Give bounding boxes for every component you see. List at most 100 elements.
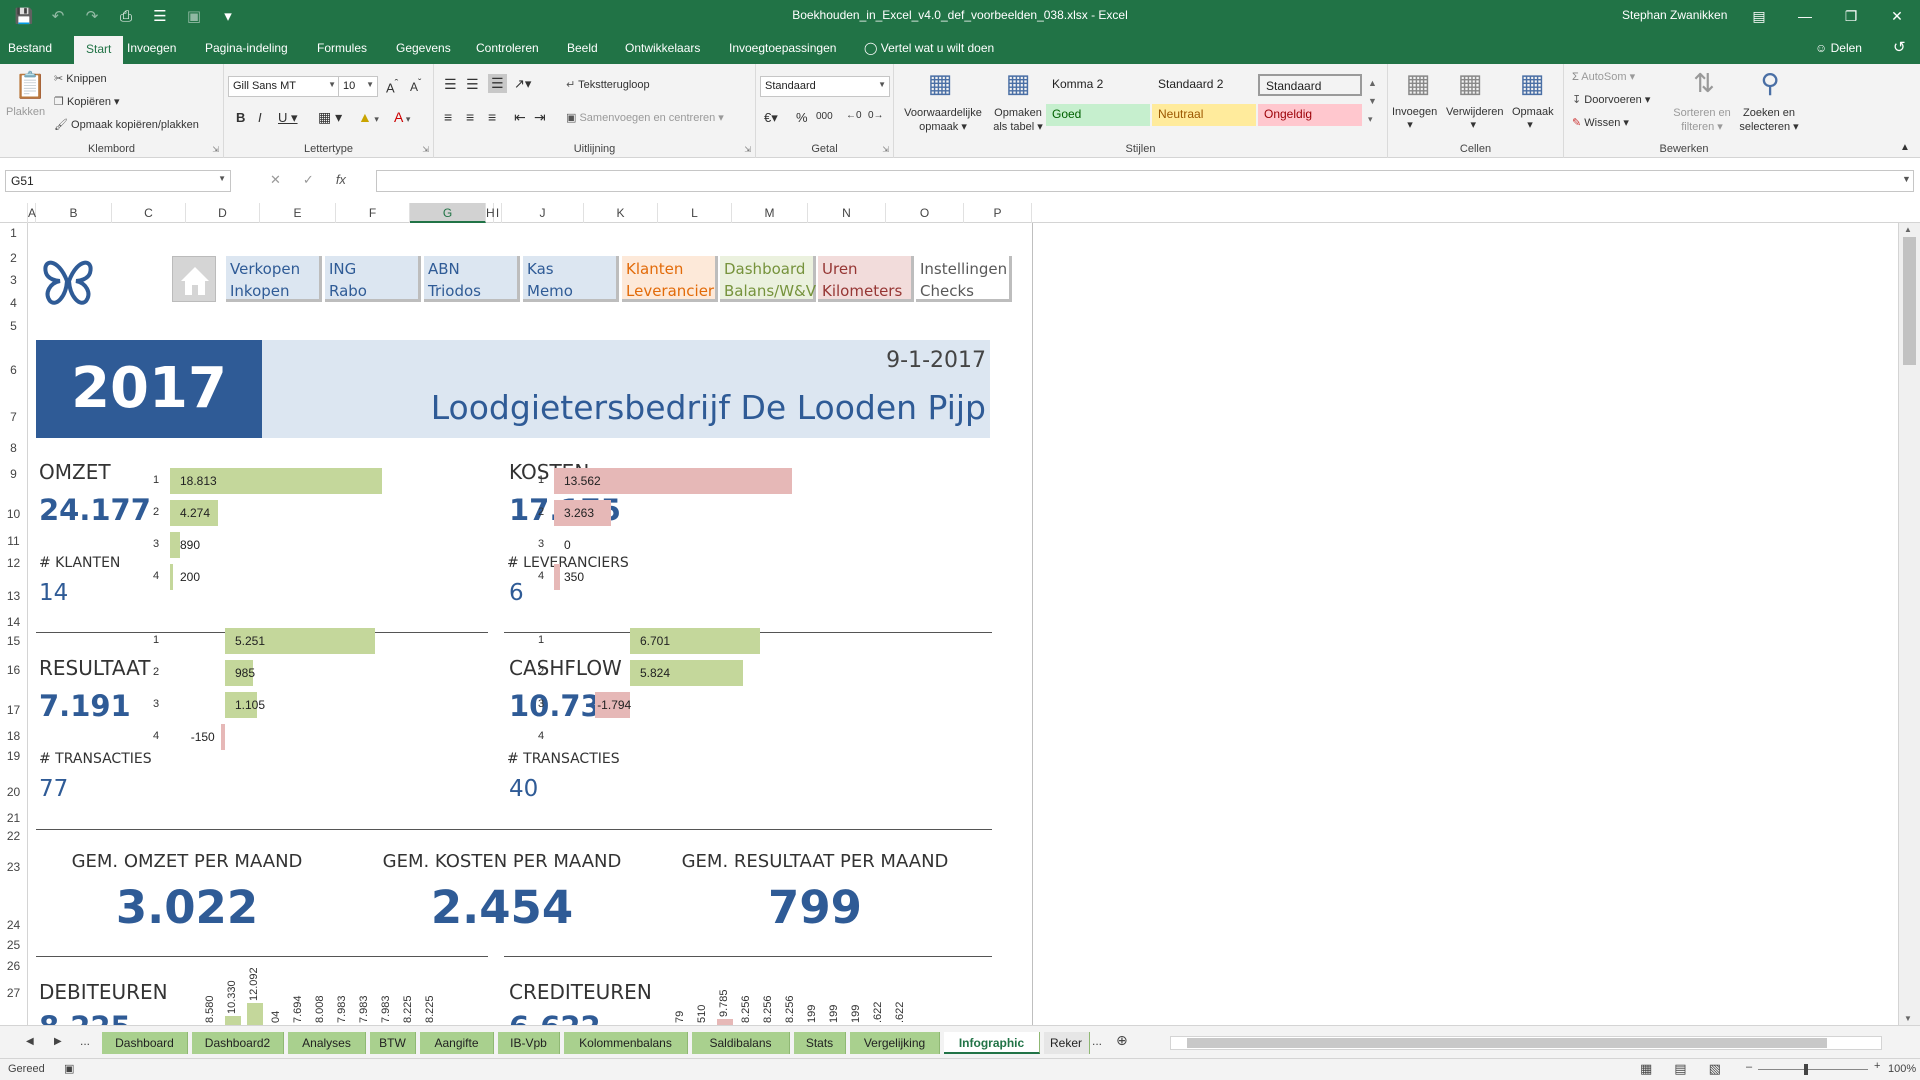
scroll-thumb[interactable] bbox=[1187, 1038, 1827, 1048]
fill-color-icon[interactable]: ▲ ▾ bbox=[358, 109, 379, 125]
minimize-icon[interactable]: — bbox=[1782, 0, 1828, 32]
empty-area[interactable] bbox=[1032, 223, 1898, 1025]
page-layout-view-icon[interactable]: ▤ bbox=[1674, 1061, 1686, 1077]
sheet-tab-btw[interactable]: BTW bbox=[370, 1032, 416, 1054]
autosum-button[interactable]: Σ AutoSom ▾ bbox=[1572, 70, 1635, 83]
sheet-tab-reker[interactable]: Reker bbox=[1044, 1032, 1090, 1054]
row-header[interactable]: 23 bbox=[0, 860, 27, 874]
tab-invoegtoepassingen[interactable]: Invoegtoepassingen bbox=[729, 41, 836, 55]
align-left-icon[interactable]: ≡ bbox=[444, 109, 452, 125]
row-header[interactable]: 18 bbox=[0, 729, 27, 743]
tab-ontwikkelaars[interactable]: Ontwikkelaars bbox=[625, 41, 700, 55]
prev-sheet-icon[interactable]: ◀ bbox=[26, 1036, 34, 1047]
merge-center-button[interactable]: ▣ Samenvoegen en centreren ▾ bbox=[566, 111, 724, 124]
tab-controleren[interactable]: Controleren bbox=[476, 41, 539, 55]
normal-view-icon[interactable]: ▦ bbox=[1640, 1061, 1652, 1077]
sort-filter-button[interactable]: Sorteren en filteren ▾ bbox=[1672, 106, 1732, 134]
collapse-ribbon-icon[interactable]: ▲ bbox=[1900, 142, 1910, 153]
increase-indent-icon[interactable]: ⇥ bbox=[534, 109, 546, 126]
style-cell-0[interactable]: Komma 2 bbox=[1046, 74, 1150, 96]
tab-invoegen[interactable]: Invoegen bbox=[127, 41, 176, 55]
format-cells-button[interactable]: Opmaak ▾ bbox=[1512, 106, 1554, 131]
find-select-button[interactable]: Zoeken en selecteren ▾ bbox=[1736, 106, 1802, 134]
row-header[interactable]: 14 bbox=[0, 615, 27, 629]
enter-icon[interactable]: ✓ bbox=[303, 172, 314, 188]
format-cells-icon[interactable]: ▦ bbox=[1512, 68, 1552, 99]
zoom-out-icon[interactable]: – bbox=[1746, 1061, 1752, 1073]
row-header[interactable]: 19 bbox=[0, 749, 27, 763]
row-header[interactable]: 13 bbox=[0, 589, 27, 603]
formula-input[interactable] bbox=[376, 170, 1914, 192]
ribbon-display-icon[interactable]: ▤ bbox=[1736, 0, 1782, 32]
select-all-corner[interactable] bbox=[0, 203, 28, 223]
column-header[interactable]: L bbox=[658, 203, 732, 223]
tab-pagina-indeling[interactable]: Pagina-indeling bbox=[205, 41, 288, 55]
column-header[interactable]: I bbox=[494, 203, 502, 223]
align-bottom-icon[interactable]: ☰ bbox=[488, 74, 507, 93]
more-sheets-right-icon[interactable]: ... bbox=[1092, 1034, 1102, 1048]
number-format-combo[interactable]: Standaard ▼ bbox=[760, 76, 890, 97]
row-header[interactable]: 4 bbox=[0, 296, 27, 310]
nav-abn-triodos[interactable]: ABN Triodos bbox=[424, 256, 520, 302]
worksheet-infographic[interactable]: Verkopen Inkopen ING Rabo ABN Triodos Kas Me… bbox=[28, 223, 1032, 1025]
nav-verkopen-inkopen[interactable]: Verkopen Inkopen bbox=[226, 256, 322, 302]
dialog-launcher-icon[interactable]: ⇲ bbox=[212, 145, 219, 154]
percent-icon[interactable]: % bbox=[796, 110, 808, 125]
format-table-icon[interactable]: ▦ bbox=[998, 68, 1038, 99]
share-button[interactable]: ☺ Delen bbox=[1815, 41, 1862, 55]
vertical-scrollbar[interactable]: ▲ ▼ bbox=[1898, 223, 1920, 1025]
bold-icon[interactable]: B bbox=[236, 110, 245, 125]
cut-button[interactable]: ✂ Knippen bbox=[54, 72, 107, 85]
font-name-combo[interactable]: Gill Sans MT ▼ bbox=[228, 76, 340, 97]
sheet-tab-kolommenbalans[interactable]: Kolommenbalans bbox=[564, 1032, 688, 1054]
row-header[interactable]: 1 bbox=[0, 226, 27, 240]
delete-cells-button[interactable]: Verwijderen ▾ bbox=[1446, 106, 1503, 131]
clear-button[interactable]: ✎ Wissen ▾ bbox=[1572, 116, 1629, 129]
nav-dashboard-balans[interactable]: Dashboard Balans/W&V bbox=[720, 256, 816, 302]
row-header[interactable]: 12 bbox=[0, 556, 27, 570]
column-header[interactable]: C bbox=[112, 203, 186, 223]
sheet-tab-analyses[interactable]: Analyses bbox=[288, 1032, 366, 1054]
new-sheet-icon[interactable]: ⊕ bbox=[1116, 1032, 1128, 1049]
row-header[interactable]: 2 bbox=[0, 251, 27, 265]
fill-button[interactable]: ↧ Doorvoeren ▾ bbox=[1572, 93, 1650, 106]
sheet-tab-dashboard[interactable]: Dashboard bbox=[102, 1032, 188, 1054]
insert-cells-icon[interactable]: ▦ bbox=[1398, 68, 1438, 99]
dialog-launcher-icon[interactable]: ⇲ bbox=[422, 145, 429, 154]
restore-icon[interactable]: ❐ bbox=[1828, 0, 1874, 32]
nav-klanten-leverancier[interactable]: Klanten Leverancier bbox=[622, 256, 718, 302]
cancel-icon[interactable]: ✕ bbox=[270, 172, 281, 188]
tab-beeld[interactable]: Beeld bbox=[567, 41, 598, 55]
row-header[interactable]: 10 bbox=[0, 507, 27, 521]
sheet-tab-ib-vpb[interactable]: IB-Vpb bbox=[498, 1032, 560, 1054]
column-header[interactable]: F bbox=[336, 203, 410, 223]
grow-font-icon[interactable]: Aˆ bbox=[386, 78, 398, 95]
conditional-format-icon[interactable]: ▦ bbox=[920, 68, 960, 99]
nav-instellingen-checks[interactable]: Instellingen Checks bbox=[916, 256, 1012, 302]
column-header[interactable]: H bbox=[486, 203, 495, 223]
row-header[interactable]: 9 bbox=[0, 467, 27, 481]
nav-uren-kilometers[interactable]: Uren Kilometers bbox=[818, 256, 914, 302]
tab-bestand[interactable]: Bestand bbox=[8, 41, 52, 55]
row-header[interactable]: 27 bbox=[0, 986, 27, 1000]
next-sheet-icon[interactable]: ▶ bbox=[54, 1036, 62, 1047]
align-middle-icon[interactable]: ☰ bbox=[466, 76, 479, 93]
page-break-view-icon[interactable]: ▧ bbox=[1709, 1061, 1721, 1077]
user-name[interactable]: Stephan Zwanikken bbox=[1622, 8, 1727, 22]
column-header[interactable]: O bbox=[886, 203, 964, 223]
history-icon[interactable]: ↺ bbox=[1893, 38, 1906, 56]
row-header[interactable]: 24 bbox=[0, 918, 27, 932]
column-header[interactable]: P bbox=[964, 203, 1032, 223]
sheet-tab-infographic[interactable]: Infographic bbox=[944, 1032, 1040, 1054]
font-color-icon[interactable]: A ▾ bbox=[394, 109, 410, 125]
paste-icon[interactable]: 📋 bbox=[14, 70, 46, 101]
nav-kas-memo[interactable]: Kas Memo bbox=[523, 256, 619, 302]
horizontal-scrollbar[interactable] bbox=[1170, 1036, 1882, 1050]
more-sheets-left-icon[interactable]: ... bbox=[80, 1034, 90, 1048]
sheet-tab-dashboard2[interactable]: Dashboard2 bbox=[192, 1032, 284, 1054]
sheet-tab-stats[interactable]: Stats bbox=[794, 1032, 846, 1054]
row-header[interactable]: 5 bbox=[0, 319, 27, 333]
insert-cells-button[interactable]: Invoegen ▾ bbox=[1392, 106, 1437, 131]
zoom-track[interactable] bbox=[1758, 1069, 1868, 1070]
decrease-decimal-icon[interactable]: 0→ bbox=[868, 110, 884, 121]
